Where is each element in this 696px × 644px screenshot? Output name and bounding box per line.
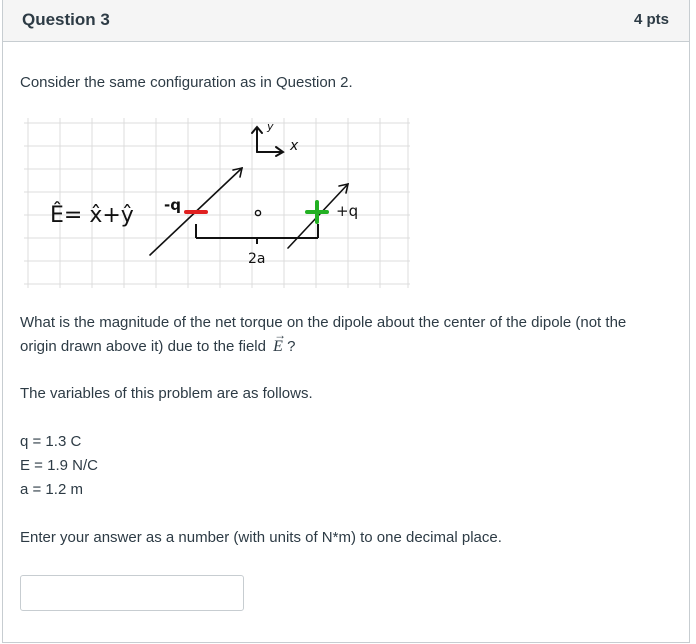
dipole-diagram: y x Ê= x̂+ŷ -q +q 2a (24, 118, 410, 288)
dipole-figure: y x Ê= x̂+ŷ -q +q 2a (20, 118, 412, 295)
field-label: Ê= x̂+ŷ (50, 202, 134, 228)
positive-charge-icon (305, 200, 329, 224)
variable-e: E = 1.9 N/C (20, 457, 98, 474)
intro-text: Consider the same configuration as in Qu… (20, 74, 353, 91)
answer-instructions: Enter your answer as a number (with unit… (20, 529, 502, 546)
question-title: Question 3 (22, 10, 110, 29)
question-points: 4 pts (633, 11, 669, 28)
prompt-line-2: origin drawn above it) due to the field … (20, 328, 680, 359)
variables-intro: The variables of this problem are as fol… (20, 385, 313, 402)
separation-bracket (195, 224, 319, 244)
negative-charge-label: -q (164, 196, 181, 214)
variable-q: q = 1.3 C (20, 433, 82, 450)
answer-input[interactable] (20, 575, 244, 611)
field-symbol: → E (273, 328, 286, 359)
question-prompt: What is the magnitude of the net torque … (20, 311, 680, 359)
prompt-line-2-text: origin drawn above it) due to the field (20, 338, 266, 355)
variable-a: a = 1.2 m (20, 481, 83, 498)
variables-list: q = 1.3 C E = 1.9 N/C a = 1.2 m (20, 430, 98, 502)
prompt-question-mark: ? (287, 338, 296, 355)
separation-label: 2a (248, 251, 266, 267)
positive-charge-label: +q (336, 202, 358, 220)
axis-x-label: x (289, 138, 299, 154)
axis-y-label: y (266, 120, 274, 133)
prompt-line-1: What is the magnitude of the net torque … (20, 314, 627, 331)
vector-arrow-icon: → (274, 328, 287, 342)
question-header: Question 3 4 pts (3, 0, 689, 42)
